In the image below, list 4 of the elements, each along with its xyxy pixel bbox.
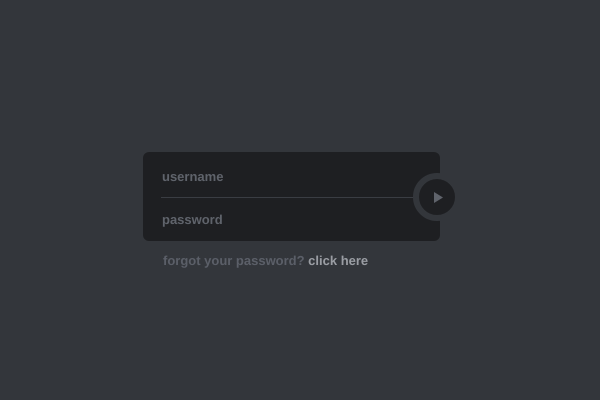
play-icon: [434, 192, 443, 202]
username-field[interactable]: username: [143, 152, 440, 198]
password-field[interactable]: password: [143, 198, 440, 241]
click-here-link[interactable]: click here: [308, 253, 368, 268]
